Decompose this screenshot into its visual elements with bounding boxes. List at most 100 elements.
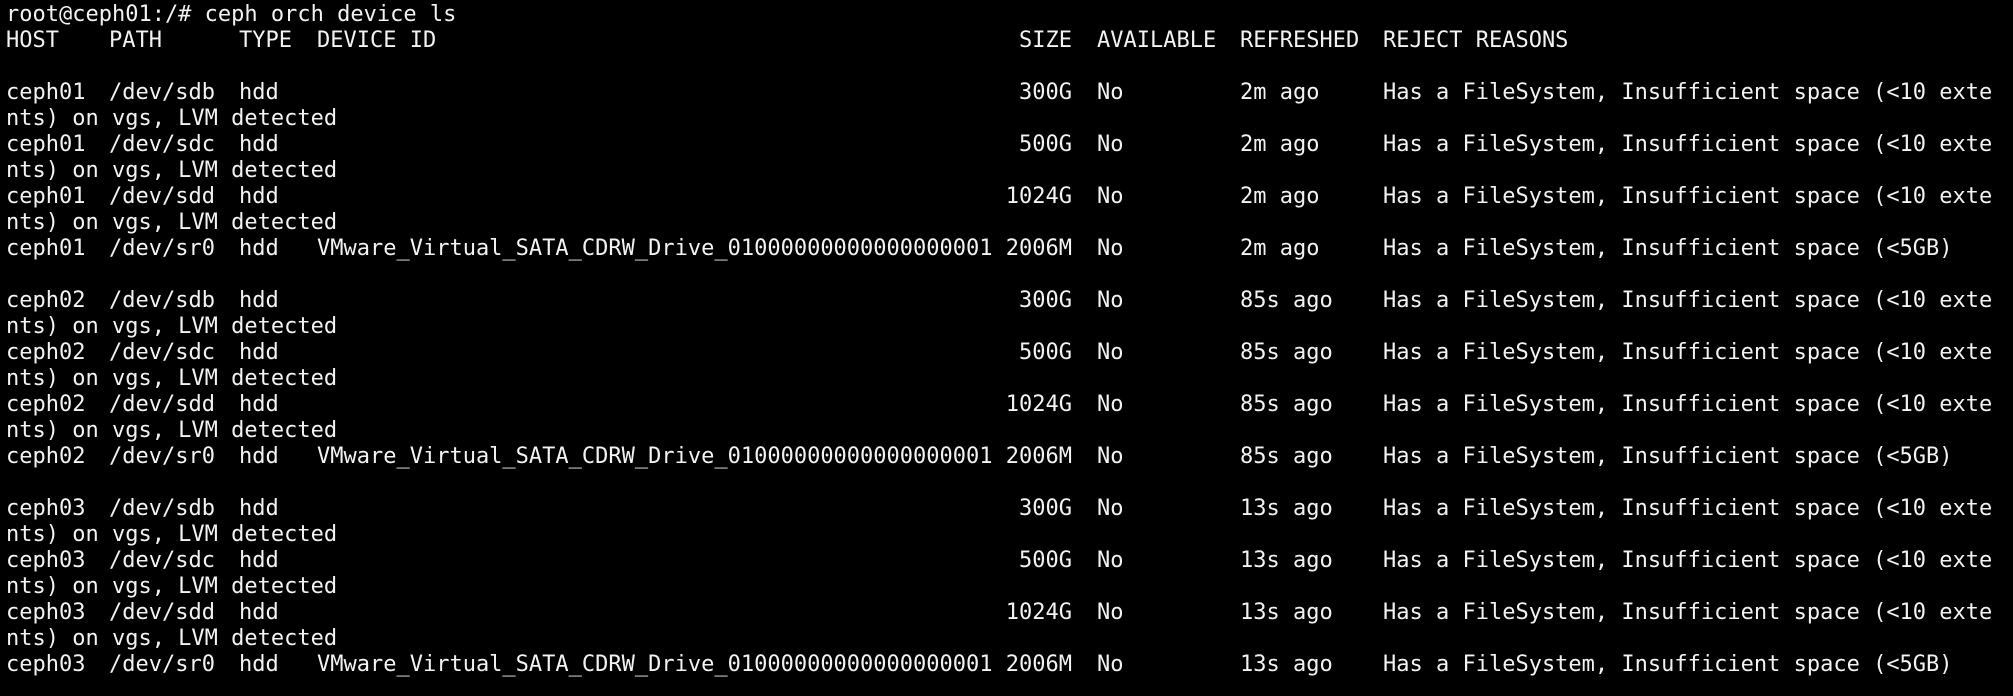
table-row: ceph02/dev/sdd hdd 1024G No 85s ago Has a Fil… — [0, 392, 2013, 418]
cell-type: hdd — [239, 444, 279, 469]
table-row-wrap: nts) on vgs, LVM detected — [0, 574, 2013, 600]
header-type: TYPE — [239, 28, 292, 53]
header-host: HOST — [6, 28, 59, 53]
cell-available: No — [1097, 236, 1124, 261]
cell-available: No — [1097, 132, 1124, 157]
cell-refreshed: 2m ago — [1240, 236, 1320, 261]
table-row-wrap: nts) on vgs, LVM detected — [0, 366, 2013, 392]
table-row: ceph01/dev/sr0 hdd VMware_Virtual_SATA_CDR… — [0, 236, 2013, 262]
cell-reject-reasons: Has a FileSystem, Insufficient space (<5… — [1383, 444, 1953, 469]
cell-path: /dev/sdb — [109, 496, 215, 521]
table-row: ceph01/dev/sdb hdd 300G No 2m ago Has a FileS… — [0, 80, 2013, 106]
cell-size: 2006M — [1005, 444, 1072, 469]
cell-type: hdd — [239, 340, 279, 365]
cell-reject-reasons: Has a FileSystem, Insufficient space (<1… — [1383, 80, 1993, 105]
cell-refreshed: 85s ago — [1240, 392, 1333, 417]
cell-type: hdd — [239, 184, 279, 209]
cell-reject-reasons-continued: nts) on vgs, LVM detected — [6, 366, 338, 391]
cell-host: ceph01 — [6, 184, 86, 209]
table-row: ceph01/dev/sdc hdd 500G No 2m ago Has a FileS… — [0, 132, 2013, 158]
cell-size: 1024G — [1005, 184, 1072, 209]
cell-reject-reasons: Has a FileSystem, Insufficient space (<1… — [1383, 548, 1993, 573]
table-row: ceph03/dev/sdb hdd 300G No 13s ago Has a File… — [0, 496, 2013, 522]
cell-path: /dev/sr0 — [109, 236, 215, 261]
cell-reject-reasons-continued: nts) on vgs, LVM detected — [6, 626, 338, 651]
cell-host: ceph03 — [6, 496, 86, 521]
cell-reject-reasons-continued: nts) on vgs, LVM detected — [6, 106, 338, 131]
cell-refreshed: 2m ago — [1240, 80, 1320, 105]
cell-type: hdd — [239, 652, 279, 677]
table-row: ceph03/dev/sdc hdd 500G No 13s ago Has a File… — [0, 548, 2013, 574]
terminal-window[interactable]: root@ceph01:/# ceph orch device ls HOST … — [0, 0, 2013, 696]
cell-size: 300G — [1019, 288, 1072, 313]
table-row-wrap: nts) on vgs, LVM detected — [0, 626, 2013, 652]
cell-reject-reasons-continued: nts) on vgs, LVM detected — [6, 522, 338, 547]
cell-type: hdd — [239, 392, 279, 417]
cell-available: No — [1097, 652, 1124, 677]
cell-size: 300G — [1019, 496, 1072, 521]
table-row-wrap: nts) on vgs, LVM detected — [0, 314, 2013, 340]
cell-available: No — [1097, 496, 1124, 521]
cell-host: ceph02 — [6, 340, 86, 365]
cell-reject-reasons: Has a FileSystem, Insufficient space (<1… — [1383, 600, 1993, 625]
table-row-wrap: nts) on vgs, LVM detected — [0, 210, 2013, 236]
cell-refreshed: 13s ago — [1240, 600, 1333, 625]
cell-path: /dev/sdc — [109, 132, 215, 157]
cell-host: ceph01 — [6, 132, 86, 157]
cell-host: ceph02 — [6, 392, 86, 417]
table-row-wrap: nts) on vgs, LVM detected — [0, 106, 2013, 132]
cell-type: hdd — [239, 600, 279, 625]
cell-refreshed: 2m ago — [1240, 132, 1320, 157]
cell-size: 500G — [1019, 548, 1072, 573]
header-reject-reasons: REJECT REASONS — [1383, 28, 1569, 53]
cell-host: ceph03 — [6, 548, 86, 573]
table-row-wrap: nts) on vgs, LVM detected — [0, 418, 2013, 444]
cell-available: No — [1097, 184, 1124, 209]
cell-type: hdd — [239, 80, 279, 105]
table-header-row: HOST PATH TYPE DEVICE ID SIZE AVAILABLE … — [0, 28, 2013, 54]
cell-reject-reasons: Has a FileSystem, Insufficient space (<1… — [1383, 132, 1993, 157]
cell-available: No — [1097, 340, 1124, 365]
cell-device-id: VMware_Virtual_SATA_CDRW_Drive_010000000… — [317, 444, 993, 469]
cell-reject-reasons-continued: nts) on vgs, LVM detected — [6, 314, 338, 339]
header-device-id: DEVICE ID — [317, 28, 437, 53]
cell-refreshed: 85s ago — [1240, 444, 1333, 469]
cell-reject-reasons: Has a FileSystem, Insufficient space (<1… — [1383, 288, 1993, 313]
cell-available: No — [1097, 600, 1124, 625]
table-row: ceph02/dev/sdc hdd 500G No 85s ago Has a File… — [0, 340, 2013, 366]
cell-available: No — [1097, 392, 1124, 417]
cell-reject-reasons: Has a FileSystem, Insufficient space (<1… — [1383, 496, 1993, 521]
cell-available: No — [1097, 288, 1124, 313]
cell-path: /dev/sdd — [109, 184, 215, 209]
table-row: ceph02/dev/sr0 hdd VMware_Virtual_SATA_CDR… — [0, 444, 2013, 470]
cell-size: 500G — [1019, 340, 1072, 365]
shell-prompt-command: root@ceph01:/# ceph orch device ls — [6, 2, 457, 27]
cell-reject-reasons: Has a FileSystem, Insufficient space (<1… — [1383, 184, 1993, 209]
cell-size: 2006M — [1005, 236, 1072, 261]
cell-available: No — [1097, 80, 1124, 105]
cell-path: /dev/sdc — [109, 548, 215, 573]
cell-type: hdd — [239, 496, 279, 521]
cell-size: 500G — [1019, 132, 1072, 157]
cell-available: No — [1097, 444, 1124, 469]
cell-refreshed: 85s ago — [1240, 340, 1333, 365]
cell-host: ceph01 — [6, 236, 86, 261]
cell-path: /dev/sdd — [109, 600, 215, 625]
cell-path: /dev/sdc — [109, 340, 215, 365]
cell-type: hdd — [239, 236, 279, 261]
cell-reject-reasons-continued: nts) on vgs, LVM detected — [6, 574, 338, 599]
cell-type: hdd — [239, 288, 279, 313]
cell-type: hdd — [239, 548, 279, 573]
cell-host: ceph01 — [6, 80, 86, 105]
header-available: AVAILABLE — [1097, 28, 1217, 53]
table-row: ceph03/dev/sdd hdd 1024G No 13s ago Has a Fil… — [0, 600, 2013, 626]
command-line: root@ceph01:/# ceph orch device ls — [0, 2, 2013, 28]
cell-device-id: VMware_Virtual_SATA_CDRW_Drive_010000000… — [317, 652, 993, 677]
header-refreshed: REFRESHED — [1240, 28, 1360, 53]
cell-available: No — [1097, 548, 1124, 573]
cell-refreshed: 2m ago — [1240, 184, 1320, 209]
cell-host: ceph03 — [6, 652, 86, 677]
cell-reject-reasons: Has a FileSystem, Insufficient space (<1… — [1383, 392, 1993, 417]
